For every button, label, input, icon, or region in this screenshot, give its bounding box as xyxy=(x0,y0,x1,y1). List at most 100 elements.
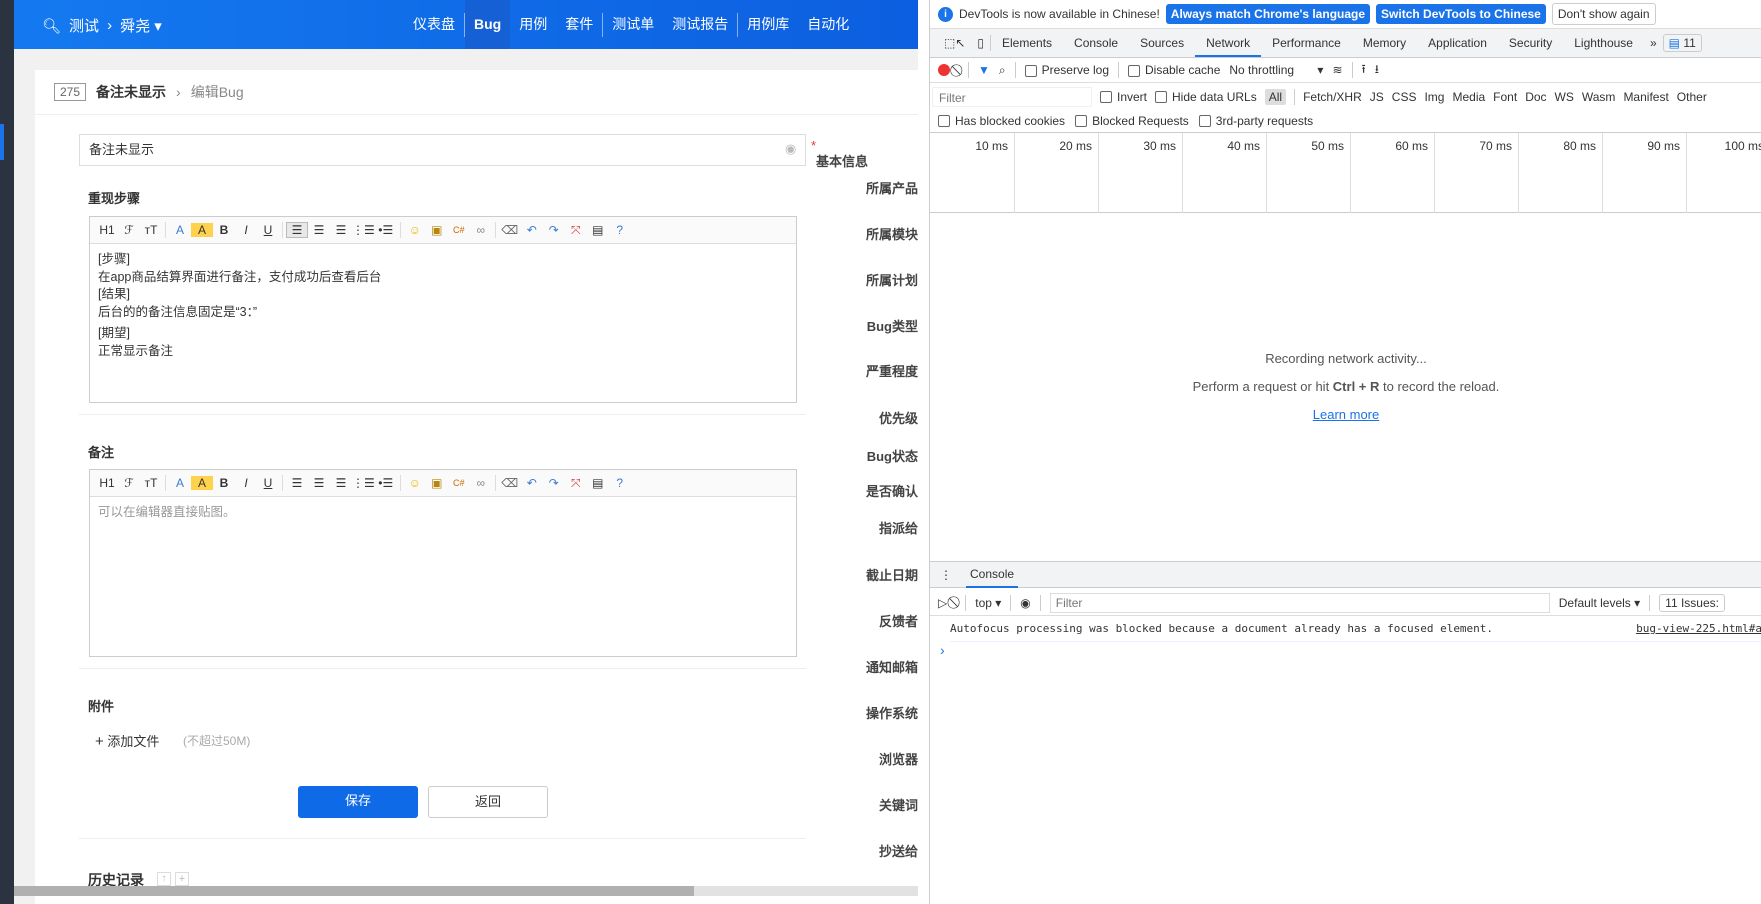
field-label: 截止日期 xyxy=(865,568,918,583)
checkbox[interactable] xyxy=(1155,91,1168,104)
horizontal-scrollbar[interactable] xyxy=(14,886,918,896)
divider xyxy=(1014,62,1016,78)
sidebar-toggle-icon[interactable]: ▷ xyxy=(938,596,947,610)
type-filter[interactable]: Font xyxy=(1493,90,1517,104)
product-link[interactable]: 测试 xyxy=(69,15,99,36)
nav-dashboard[interactable]: 仪表盘 xyxy=(404,0,464,49)
export-har-icon[interactable]: ⭳ xyxy=(1375,60,1379,81)
preserve-log-checkbox[interactable]: Preserve log xyxy=(1024,63,1109,77)
timeline-tick-label: 70 ms xyxy=(1479,139,1512,153)
checkbox-label: Invert xyxy=(1117,89,1148,104)
tab-elements[interactable]: Elements xyxy=(991,29,1063,57)
nav-bug[interactable]: Bug xyxy=(465,0,511,49)
field-label: 严重程度 xyxy=(865,364,918,379)
blocked-cookies-checkbox[interactable]: Has blocked cookies xyxy=(938,114,1065,128)
hide-data-urls-checkbox[interactable]: Hide data URLs xyxy=(1155,90,1257,104)
console-prompt[interactable]: › xyxy=(940,642,945,658)
blocked-requests-checkbox[interactable]: Blocked Requests xyxy=(1075,114,1189,128)
tab-network[interactable]: Network xyxy=(1195,29,1262,57)
hint-text: Perform a request or hit xyxy=(1192,379,1333,394)
checkbox-label: Preserve log xyxy=(1041,63,1109,77)
tab-application[interactable]: Application xyxy=(1417,29,1498,57)
checkbox-label: 3rd-party requests xyxy=(1215,113,1314,128)
checkbox-label: Disable cache xyxy=(1145,63,1221,77)
issues-badge[interactable]: ▤ 11 xyxy=(1662,34,1702,52)
type-filter-all[interactable]: All xyxy=(1264,88,1287,105)
console-drawer-tabs: ⋮ Console xyxy=(930,561,1761,588)
tab-performance[interactable]: Performance xyxy=(1261,29,1352,57)
nav-automation[interactable]: 自动化 xyxy=(798,0,858,49)
type-filter[interactable]: Fetch/XHR xyxy=(1303,90,1362,104)
type-filter[interactable]: JS xyxy=(1370,90,1384,104)
tab-security[interactable]: Security xyxy=(1498,29,1563,57)
field-label: 是否确认 xyxy=(865,484,918,499)
timeline-tick-label: 10 ms xyxy=(975,139,1008,153)
message-source-link[interactable]: bug-view-225.html#a xyxy=(1636,622,1761,635)
type-filter[interactable]: CSS xyxy=(1392,90,1417,104)
type-filter[interactable]: Img xyxy=(1424,90,1444,104)
scrollbar-thumb[interactable] xyxy=(14,886,694,896)
switch-chinese-button[interactable]: Switch DevTools to Chinese xyxy=(1376,4,1546,24)
timeline-tick-label: 60 ms xyxy=(1395,139,1428,153)
throttling-select[interactable]: No throttling ▾ xyxy=(1229,63,1323,77)
timeline-tick-label: 80 ms xyxy=(1563,139,1596,153)
search-icon[interactable]: ⌕ xyxy=(999,63,1006,78)
context-select[interactable]: top ▾ xyxy=(975,596,1001,610)
type-filter[interactable]: Manifest xyxy=(1623,90,1668,104)
field-label: 抄送给 xyxy=(878,844,918,859)
checkbox[interactable] xyxy=(1100,91,1112,104)
network-conditions-icon[interactable]: ≋ xyxy=(1332,63,1342,77)
checkbox[interactable] xyxy=(938,115,950,128)
main-nav: 仪表盘 Bug 用例 套件 测试单 测试报告 用例库 自动化 xyxy=(404,0,858,49)
learn-more-link[interactable]: Learn more xyxy=(1313,407,1379,422)
filter-icon[interactable]: ▼ xyxy=(978,63,990,77)
network-filter-bar: Filter Invert Hide data URLs All Fetch/X… xyxy=(930,84,1761,109)
network-filter-input[interactable]: Filter xyxy=(932,86,1092,107)
tab-memory[interactable]: Memory xyxy=(1352,29,1417,57)
tab-sources[interactable]: Sources xyxy=(1129,29,1195,57)
type-filter[interactable]: Media xyxy=(1452,90,1485,104)
drawer-menu-icon[interactable]: ⋮ xyxy=(940,568,952,582)
search-icon[interactable]: 🔍︎ xyxy=(42,17,61,35)
nav-case[interactable]: 用例 xyxy=(510,0,556,49)
checkbox[interactable] xyxy=(1024,64,1037,77)
project-switcher[interactable]: 舜尧 ▾ xyxy=(120,15,162,36)
third-party-checkbox[interactable]: 3rd-party requests xyxy=(1198,113,1314,128)
inspect-element-icon[interactable]: ⬚↖ xyxy=(938,36,971,50)
network-toolbar: ⃠ ▼ ⌕ Preserve log Disable cache No thro… xyxy=(930,58,1761,83)
dont-show-again-button[interactable]: Don't show again xyxy=(1551,3,1656,25)
checkbox[interactable] xyxy=(1075,115,1088,128)
checkbox[interactable] xyxy=(1128,64,1140,77)
console-filter-input[interactable]: Filter xyxy=(1049,592,1550,613)
tab-console-drawer[interactable]: Console xyxy=(966,562,1019,588)
top-header: 🔍︎ 测试 › 舜尧 ▾ 仪表盘 Bug 用例 套件 测试单 测试报告 用例库 … xyxy=(14,0,918,49)
nav-suite[interactable]: 套件 xyxy=(556,0,602,49)
timeline-tick-label: 50 ms xyxy=(1311,139,1344,153)
more-tabs-icon[interactable]: » xyxy=(1644,36,1663,50)
console-toolbar: ▷ ⃠ top ▾ ◉ Filter Default levels ▾ 11 I… xyxy=(930,590,1761,616)
issues-count: 11 xyxy=(1683,36,1696,50)
type-filter[interactable]: Other xyxy=(1677,90,1707,104)
checkbox[interactable] xyxy=(1198,115,1211,128)
invert-checkbox[interactable]: Invert xyxy=(1100,90,1147,104)
type-filter[interactable]: Doc xyxy=(1525,90,1546,104)
device-toolbar-icon[interactable]: ▯ xyxy=(971,36,990,50)
nav-report[interactable]: 测试报告 xyxy=(663,0,737,49)
tab-console[interactable]: Console xyxy=(1063,29,1129,57)
project-name: 舜尧 xyxy=(120,18,151,35)
tab-lighthouse[interactable]: Lighthouse xyxy=(1563,29,1644,57)
nav-caselib[interactable]: 用例库 xyxy=(738,0,798,49)
import-har-icon[interactable]: ⭱ xyxy=(1362,60,1366,81)
field-label: 所属产品 xyxy=(865,181,918,196)
type-filter[interactable]: WS xyxy=(1555,90,1574,104)
type-filter[interactable]: Wasm xyxy=(1582,90,1616,104)
live-expression-icon[interactable]: ◉ xyxy=(1020,596,1030,610)
log-levels-select[interactable]: Default levels ▾ xyxy=(1559,596,1640,610)
nav-testtask[interactable]: 测试单 xyxy=(603,0,663,49)
issues-button[interactable]: 11 Issues: xyxy=(1659,593,1725,612)
timeline-overview[interactable]: 10 ms 20 ms 30 ms 40 ms 50 ms 60 ms 70 ms 80 ms… xyxy=(930,132,1761,213)
match-language-button[interactable]: Always match Chrome's language xyxy=(1165,4,1371,24)
checkbox-label: Has blocked cookies xyxy=(955,113,1066,128)
disable-cache-checkbox[interactable]: Disable cache xyxy=(1128,63,1220,77)
record-icon[interactable] xyxy=(938,64,950,76)
